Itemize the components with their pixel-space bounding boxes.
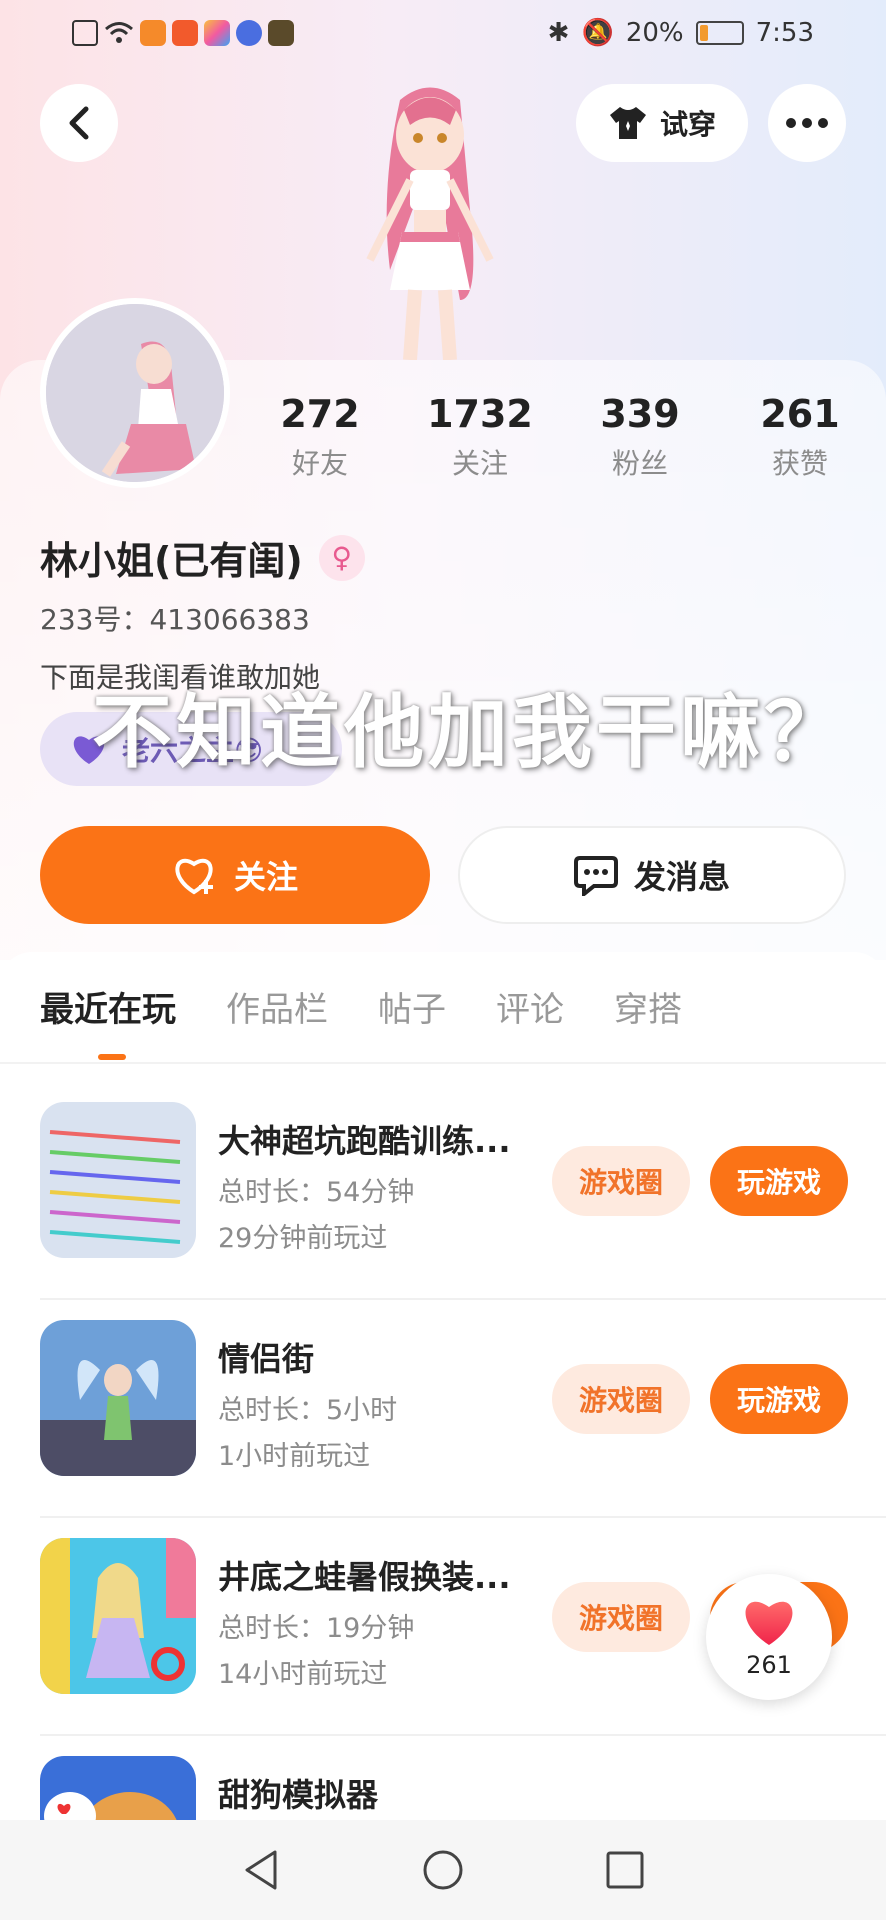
- app-icon-game: [172, 20, 198, 46]
- chevron-left-icon: [69, 106, 89, 140]
- game-title: 情侣街: [218, 1340, 315, 1378]
- game-circle-button[interactable]: 游戏圈: [552, 1582, 690, 1652]
- game-list: 大神超坑跑酷训练... 总时长：54分钟 29分钟前玩过 游戏圈 玩游戏 情侣街…: [0, 1102, 886, 1920]
- heart-icon: [745, 1601, 793, 1645]
- avatar-character-image: [46, 304, 224, 482]
- game-thumbnail: [40, 1320, 196, 1476]
- list-item[interactable]: 大神超坑跑酷训练... 总时长：54分钟 29分钟前玩过 游戏圈 玩游戏: [0, 1102, 886, 1320]
- nav-back-icon[interactable]: [241, 1848, 281, 1892]
- tshirt-icon: [609, 107, 646, 139]
- game-thumbnail: [40, 1102, 196, 1258]
- game-thumbnail: [40, 1538, 196, 1694]
- back-button[interactable]: [40, 84, 118, 162]
- stat-value: 272: [280, 392, 360, 436]
- more-options-button[interactable]: [768, 84, 846, 162]
- clock: 7:53: [755, 18, 814, 48]
- app-icon-video: [140, 20, 166, 46]
- game-title: 甜狗模拟器: [218, 1776, 379, 1814]
- app-icon-store: [204, 20, 230, 46]
- game-duration: 总时长：19分钟: [218, 1613, 415, 1644]
- music-icon: [236, 20, 262, 46]
- tab-works[interactable]: 作品栏: [226, 982, 328, 1031]
- tab-outfits[interactable]: 穿搭: [614, 982, 682, 1031]
- play-game-button[interactable]: 玩游戏: [710, 1146, 848, 1216]
- floating-like-button[interactable]: 261: [706, 1574, 832, 1700]
- character-avatar-illustration: [366, 87, 494, 360]
- user-id[interactable]: 233号：413066383: [40, 598, 310, 638]
- try-on-label: 试穿: [659, 108, 716, 141]
- wifi-icon: [105, 22, 133, 43]
- stat-likes[interactable]: 261 获赞: [730, 392, 870, 482]
- stat-value: 1732: [427, 392, 533, 436]
- try-on-button[interactable]: 试穿: [576, 84, 748, 162]
- status-icons-left: [72, 20, 294, 46]
- mute-icon: 🔕: [581, 18, 614, 48]
- follow-button[interactable]: 关注: [40, 826, 430, 924]
- stat-friends[interactable]: 272 好友: [250, 392, 390, 482]
- alert-icon: [72, 20, 98, 46]
- heart-plus-icon: [175, 858, 213, 895]
- play-game-button[interactable]: 玩游戏: [710, 1364, 848, 1434]
- stat-label: 关注: [451, 447, 508, 480]
- video-caption-overlay: 不知道他加我干嘛？: [92, 686, 848, 779]
- game-title: 井底之蛙暑假换装...: [218, 1558, 511, 1596]
- chat-bubble-icon: [573, 856, 618, 896]
- tab-divider: [0, 1062, 886, 1064]
- stat-value: 339: [600, 392, 680, 436]
- message-label: 发消息: [633, 858, 730, 896]
- system-navigation-bar: [0, 1820, 886, 1920]
- stat-label: 获赞: [771, 447, 828, 480]
- game-last-played: 14小时前玩过: [218, 1659, 388, 1690]
- tab-indicator: [98, 1054, 126, 1060]
- tab-posts[interactable]: 帖子: [378, 982, 446, 1031]
- divider: [40, 1516, 886, 1518]
- like-count: 261: [746, 1651, 792, 1679]
- game-last-played: 29分钟前玩过: [218, 1223, 388, 1254]
- content-panel: 最近在玩 作品栏 帖子 评论 穿搭 大神超坑跑酷训练... 总时长：54分钟 2…: [0, 952, 886, 1920]
- stat-label: 粉丝: [611, 447, 668, 480]
- battery-icon: [695, 21, 744, 45]
- game-duration: 总时长：5小时: [218, 1395, 398, 1426]
- nav-recents-icon[interactable]: [605, 1850, 645, 1890]
- divider: [40, 1734, 886, 1736]
- profile-name: 林小姐(已有闺): [40, 539, 303, 583]
- tab-comments[interactable]: 评论: [496, 982, 564, 1031]
- profile-stats: 272 好友 1732 关注 339 粉丝 261 获赞: [250, 392, 870, 482]
- profile-tabs: 最近在玩 作品栏 帖子 评论 穿搭: [40, 982, 682, 1031]
- stat-fans[interactable]: 339 粉丝: [570, 392, 710, 482]
- battery-percent: 20%: [625, 18, 684, 48]
- more-dots-icon: [786, 118, 828, 128]
- stat-value: 261: [760, 392, 840, 436]
- bluetooth-icon: ✱: [547, 18, 570, 48]
- status-bar: ✱ 🔕 20% 7:53: [0, 0, 886, 70]
- app-icon-pubg: [268, 20, 294, 46]
- status-icons-right: ✱ 🔕 20% 7:53: [548, 18, 814, 48]
- send-message-button[interactable]: 发消息: [458, 826, 846, 924]
- game-last-played: 1小时前玩过: [218, 1441, 371, 1472]
- tab-recently-played[interactable]: 最近在玩: [40, 982, 176, 1031]
- game-circle-button[interactable]: 游戏圈: [552, 1364, 690, 1434]
- game-duration: 总时长：54分钟: [218, 1177, 415, 1208]
- nav-home-icon[interactable]: [421, 1848, 465, 1892]
- stat-following[interactable]: 1732 关注: [410, 392, 550, 482]
- avatar[interactable]: [40, 298, 230, 488]
- divider: [40, 1298, 886, 1300]
- follow-label: 关注: [233, 858, 298, 896]
- game-title: 大神超坑跑酷训练...: [218, 1122, 511, 1160]
- female-gender-icon: ♀: [318, 534, 365, 581]
- list-item[interactable]: 情侣街 总时长：5小时 1小时前玩过 游戏圈 玩游戏: [0, 1320, 886, 1538]
- stat-label: 好友: [291, 447, 348, 480]
- game-circle-button[interactable]: 游戏圈: [552, 1146, 690, 1216]
- name-row: 林小姐(已有闺) ♀: [40, 530, 365, 585]
